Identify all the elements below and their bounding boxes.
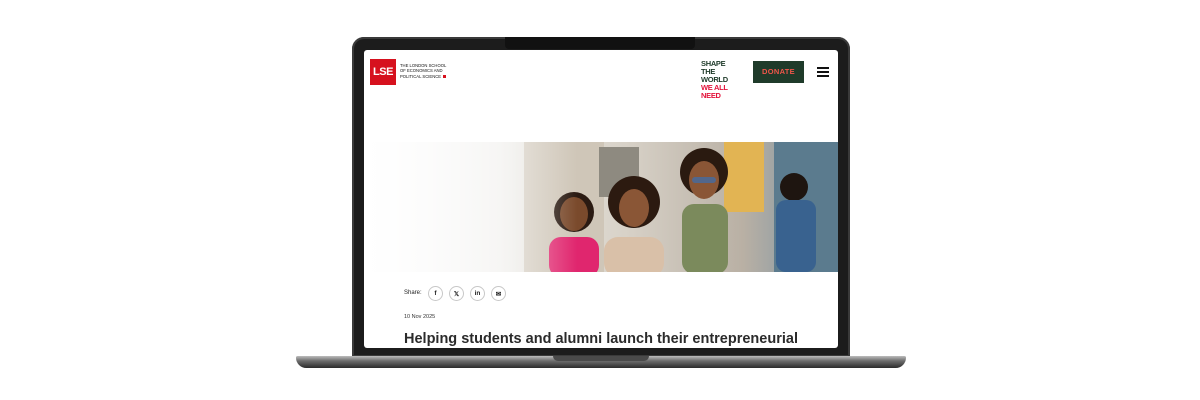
linkedin-icon[interactable]: in (470, 286, 485, 301)
camera-notch (505, 37, 695, 49)
share-label: Share: (404, 290, 422, 296)
campaign-line-3: WE ALL NEED (701, 83, 728, 100)
school-name: The London School of Economics and Polit… (400, 63, 460, 79)
campaign-logo[interactable]: SHAPE THE WORLD WE ALL NEED (701, 60, 737, 100)
laptop-groove (553, 356, 649, 361)
lse-logo[interactable]: LSE (370, 59, 396, 85)
email-icon[interactable]: ✉ (491, 286, 506, 301)
facebook-icon[interactable]: f (428, 286, 443, 301)
browser-screen: LSE The London School of Economics and P… (364, 50, 838, 348)
hero-image (364, 142, 838, 272)
school-name-line-3: Political Science (400, 74, 460, 79)
article-headline: Helping students and alumni launch their… (404, 331, 798, 347)
campaign-line-1: SHAPE THE (701, 59, 726, 76)
donate-button[interactable]: DONATE (753, 61, 804, 83)
x-icon[interactable]: 𝕏 (449, 286, 464, 301)
menu-icon[interactable] (817, 67, 829, 77)
article-date: 10 Nov 2025 (404, 314, 436, 320)
